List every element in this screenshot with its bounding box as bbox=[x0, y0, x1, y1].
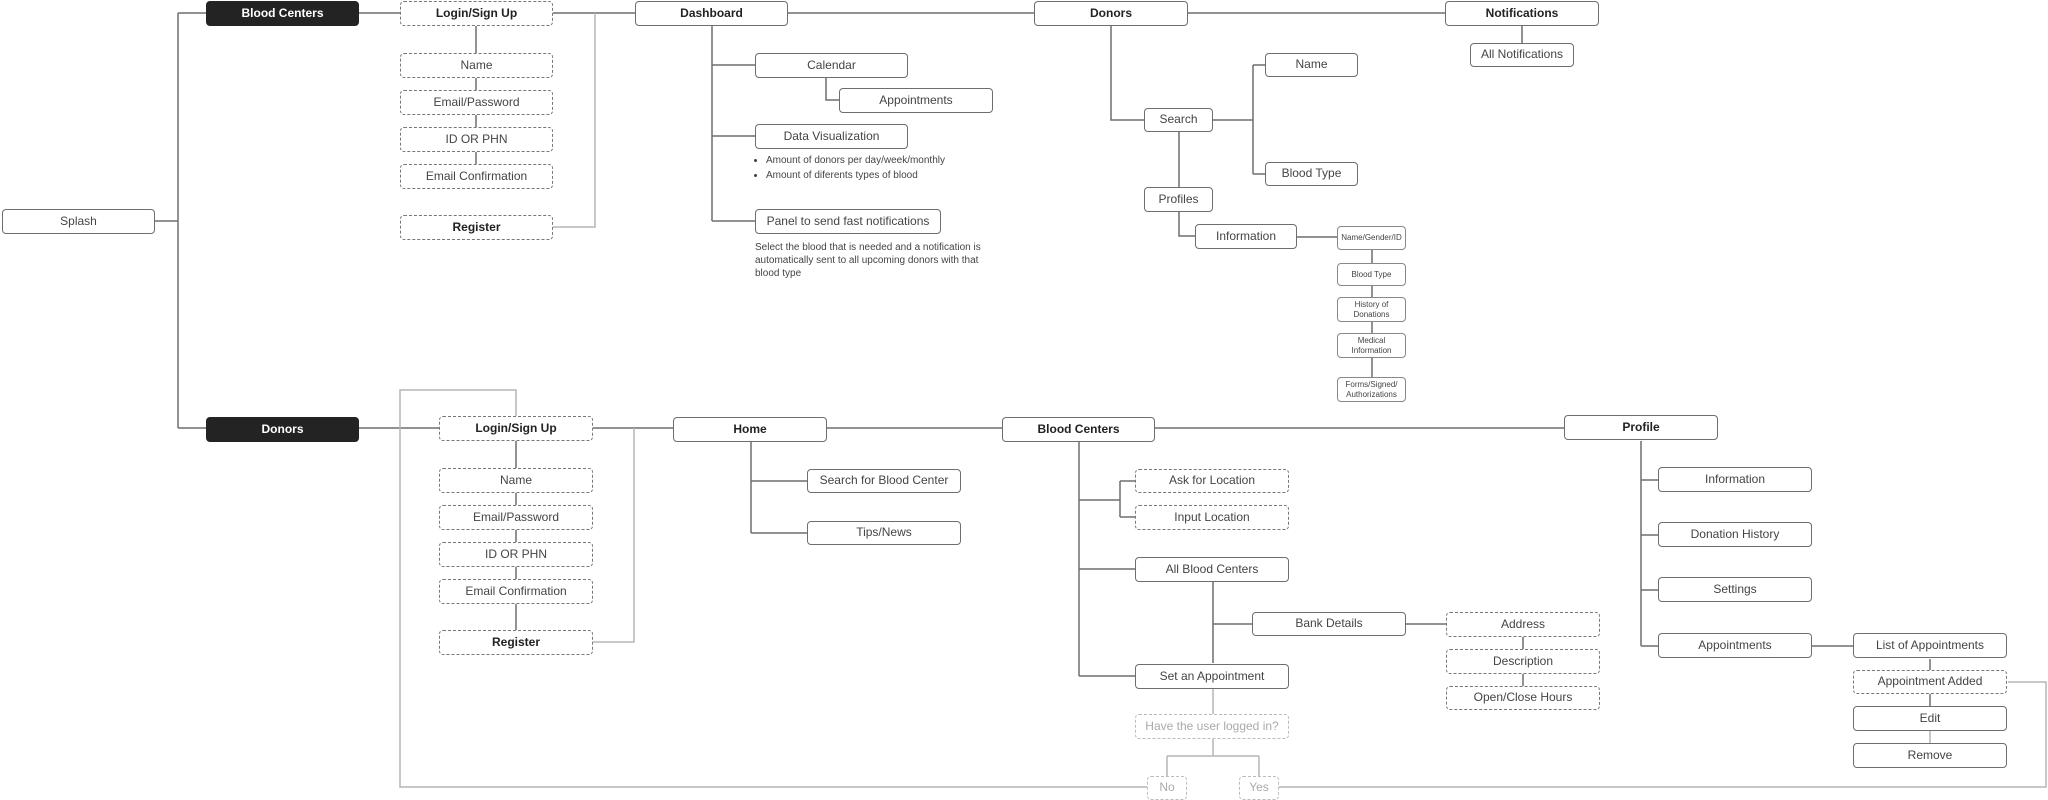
all-blood-centers-node[interactable]: All Blood Centers bbox=[1135, 557, 1289, 582]
data-visualization-notes: Amount of donors per day/week/monthly Am… bbox=[752, 154, 1012, 184]
profile-donation-history-node[interactable]: Donation History bbox=[1658, 522, 1812, 547]
connector-home-children bbox=[750, 441, 807, 534]
connector-lines bbox=[155, 12, 2047, 788]
bank-description-node[interactable]: Description bbox=[1446, 649, 1600, 674]
admin-dashboard-node[interactable]: Dashboard bbox=[635, 1, 788, 26]
donor-id-phn-node[interactable]: ID OR PHN bbox=[439, 542, 593, 567]
donor-email-confirmation-node[interactable]: Email Confirmation bbox=[439, 579, 593, 604]
appointment-added-node[interactable]: Appointment Added bbox=[1853, 670, 2007, 694]
appointment-edit-node[interactable]: Edit bbox=[1853, 706, 2007, 731]
donor-login-node[interactable]: Login/Sign Up bbox=[439, 416, 593, 441]
search-blood-type-node[interactable]: Blood Type bbox=[1265, 162, 1358, 186]
admin-login-node[interactable]: Login/Sign Up bbox=[400, 1, 553, 26]
data-viz-note: Amount of donors per day/week/monthly bbox=[766, 154, 1012, 167]
branch-yes-node[interactable]: Yes bbox=[1239, 776, 1279, 800]
admin-email-password-node[interactable]: Email/Password bbox=[400, 90, 553, 115]
profile-information-node[interactable]: Information bbox=[1658, 467, 1812, 492]
ask-location-node[interactable]: Ask for Location bbox=[1135, 469, 1289, 493]
all-notifications-node[interactable]: All Notifications bbox=[1470, 43, 1574, 67]
connector-search-filters bbox=[1213, 64, 1265, 175]
connector-donor-register-loop bbox=[593, 428, 635, 643]
info-history-donations-node[interactable]: History of Donations bbox=[1337, 297, 1406, 322]
donor-profile-node[interactable]: Profile bbox=[1564, 415, 1718, 440]
connector-bloodcenters-children bbox=[1078, 441, 1135, 677]
admin-name-node[interactable]: Name bbox=[400, 53, 553, 78]
donor-blood-centers-node[interactable]: Blood Centers bbox=[1002, 417, 1155, 442]
dashboard-fast-notifications-node[interactable]: Panel to send fast notifications bbox=[755, 209, 941, 234]
donors-search-node[interactable]: Search bbox=[1144, 108, 1213, 132]
splash-screen-node[interactable]: Splash bbox=[2, 209, 155, 234]
dashboard-data-visualization-node[interactable]: Data Visualization bbox=[755, 124, 908, 149]
admin-notifications-node[interactable]: Notifications bbox=[1445, 1, 1599, 26]
home-tips-news-node[interactable]: Tips/News bbox=[807, 521, 961, 545]
info-name-gender-id-node[interactable]: Name/Gender/ID bbox=[1337, 226, 1406, 250]
appointment-remove-node[interactable]: Remove bbox=[1853, 743, 2007, 768]
connector-admin-register-loop bbox=[553, 13, 596, 228]
profiles-information-node[interactable]: Information bbox=[1195, 224, 1297, 249]
admin-section-blood-centers[interactable]: Blood Centers bbox=[206, 1, 359, 26]
info-forms-authorizations-node[interactable]: Forms/Signed/ Authorizations bbox=[1337, 377, 1406, 402]
dashboard-calendar-node[interactable]: Calendar bbox=[755, 53, 908, 78]
donor-name-node[interactable]: Name bbox=[439, 468, 593, 493]
donor-section-donors[interactable]: Donors bbox=[206, 417, 359, 442]
data-viz-note: Amount of diferents types of blood bbox=[766, 169, 1012, 182]
donor-email-password-node[interactable]: Email/Password bbox=[439, 505, 593, 530]
admin-email-confirmation-node[interactable]: Email Confirmation bbox=[400, 164, 553, 189]
donors-profiles-node[interactable]: Profiles bbox=[1144, 187, 1213, 212]
set-appointment-node[interactable]: Set an Appointment bbox=[1135, 664, 1289, 689]
info-blood-type-node[interactable]: Blood Type bbox=[1337, 263, 1406, 286]
donor-home-node[interactable]: Home bbox=[673, 417, 827, 442]
bank-hours-node[interactable]: Open/Close Hours bbox=[1446, 686, 1600, 710]
connector-question-branches bbox=[1166, 739, 1260, 776]
profile-appointments-node[interactable]: Appointments bbox=[1658, 633, 1812, 658]
input-location-node[interactable]: Input Location bbox=[1135, 505, 1289, 530]
home-search-center-node[interactable]: Search for Blood Center bbox=[807, 469, 961, 493]
admin-register-node[interactable]: Register bbox=[400, 215, 553, 240]
bank-address-node[interactable]: Address bbox=[1446, 612, 1600, 637]
admin-donors-node[interactable]: Donors bbox=[1034, 1, 1188, 26]
connector-donors-search bbox=[1110, 26, 1144, 121]
connector-dashboard-children bbox=[711, 26, 755, 222]
connector-splash-sections bbox=[155, 12, 206, 429]
bank-details-node[interactable]: Bank Details bbox=[1252, 612, 1406, 636]
fast-notifications-note: Select the blood that is needed and a no… bbox=[755, 242, 981, 279]
connector-yes-appointment-added bbox=[1279, 681, 2047, 788]
logged-in-question-node: Have the user logged in? bbox=[1135, 714, 1289, 739]
profile-settings-node[interactable]: Settings bbox=[1658, 577, 1812, 602]
search-name-node[interactable]: Name bbox=[1265, 53, 1358, 77]
donor-register-node[interactable]: Register bbox=[439, 630, 593, 655]
connector-profiles-information bbox=[1178, 212, 1195, 237]
connector-all-bank bbox=[1212, 582, 1252, 663]
connector-profile-children bbox=[1640, 441, 1658, 647]
info-medical-information-node[interactable]: Medical Information bbox=[1337, 333, 1406, 358]
connector-calendar-appointments bbox=[825, 78, 839, 101]
branch-no-node[interactable]: No bbox=[1147, 776, 1187, 800]
list-appointments-node[interactable]: List of Appointments bbox=[1853, 633, 2007, 658]
dashboard-appointments-node[interactable]: Appointments bbox=[839, 88, 993, 113]
admin-id-phn-node[interactable]: ID OR PHN bbox=[400, 127, 553, 152]
